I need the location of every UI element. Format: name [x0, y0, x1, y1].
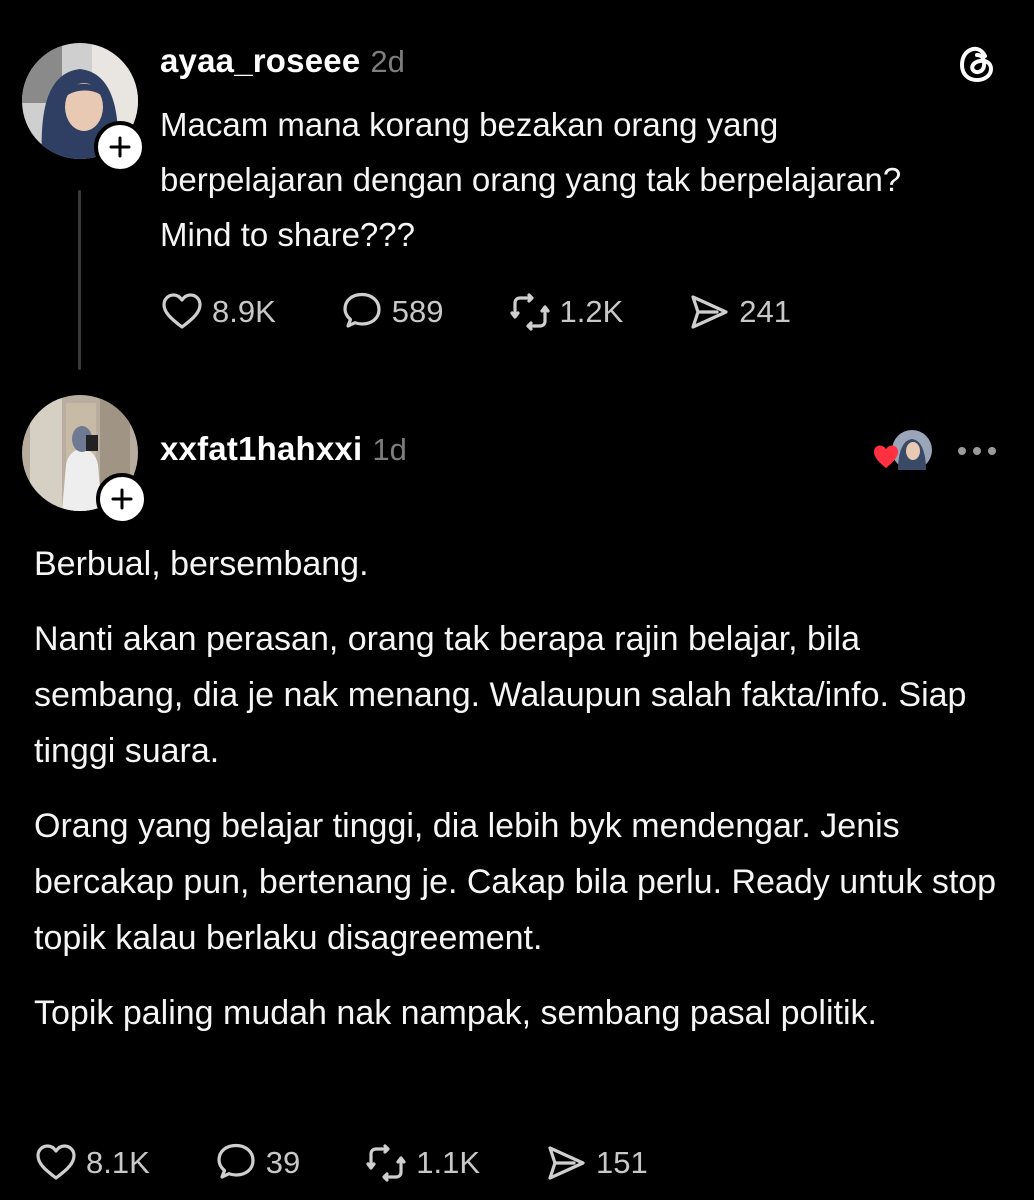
reply-header: xxfat1hahxxi 1d — [160, 430, 407, 468]
like-count: 8.9K — [212, 294, 276, 329]
reply-author-username[interactable]: xxfat1hahxxi — [160, 430, 362, 468]
reply-button[interactable]: 589 — [340, 290, 444, 334]
share-button[interactable]: 241 — [687, 290, 791, 334]
reply-paragraph: Nanti akan perasan, orang tak berapa raj… — [34, 620, 967, 770]
liked-by-author-indicator — [874, 428, 932, 472]
comment-icon — [343, 292, 381, 328]
like-button[interactable]: 8.9K — [160, 290, 276, 334]
more-options-button[interactable] — [958, 447, 996, 455]
reply-button[interactable]: 39 — [214, 1141, 300, 1185]
reply-count: 589 — [391, 294, 444, 329]
reply-body: Berbual, bersembang. Nanti akan perasan,… — [34, 536, 1004, 1060]
send-icon — [691, 295, 728, 329]
post-actions: 8.9K 589 1.2K 241 — [160, 290, 791, 334]
more-horizontal-icon — [958, 447, 966, 455]
reply-paragraph: Orang yang belajar tinggi, dia lebih byk… — [34, 807, 997, 957]
threads-icon[interactable] — [955, 42, 999, 86]
repost-button[interactable]: 1.2K — [508, 290, 624, 334]
post-time: 2d — [370, 44, 405, 79]
heart-icon — [162, 293, 202, 329]
reply-actions: 8.1K 39 1.1K 151 — [34, 1141, 648, 1185]
share-count: 241 — [739, 294, 792, 329]
like-count: 8.1K — [86, 1145, 150, 1180]
post-body: Macam mana korang bezakan orang yang ber… — [160, 106, 902, 253]
plus-icon — [109, 136, 131, 158]
share-count: 151 — [596, 1145, 648, 1180]
follow-button[interactable] — [94, 121, 146, 173]
plus-icon — [111, 488, 133, 510]
repost-count: 1.2K — [559, 294, 624, 329]
reply-paragraph: Topik paling mudah nak nampak, sembang p… — [34, 994, 877, 1032]
repost-icon — [509, 293, 550, 331]
reply-paragraph: Berbual, bersembang. — [34, 545, 369, 583]
reply-time: 1d — [372, 432, 407, 467]
share-button[interactable]: 151 — [544, 1141, 648, 1185]
post-header: ayaa_roseee 2d — [160, 42, 405, 80]
repost-icon — [366, 1144, 406, 1182]
like-button[interactable]: 8.1K — [34, 1141, 150, 1185]
heart-icon — [874, 445, 898, 468]
thread-connector-line — [78, 190, 81, 370]
reply-follow-button[interactable] — [96, 473, 148, 525]
repost-button[interactable]: 1.1K — [364, 1141, 480, 1185]
repost-count: 1.1K — [416, 1145, 481, 1180]
reply-count: 39 — [265, 1145, 301, 1180]
send-icon — [548, 1146, 585, 1180]
comment-icon — [217, 1143, 255, 1179]
heart-icon — [36, 1144, 76, 1180]
author-username[interactable]: ayaa_roseee — [160, 42, 360, 80]
